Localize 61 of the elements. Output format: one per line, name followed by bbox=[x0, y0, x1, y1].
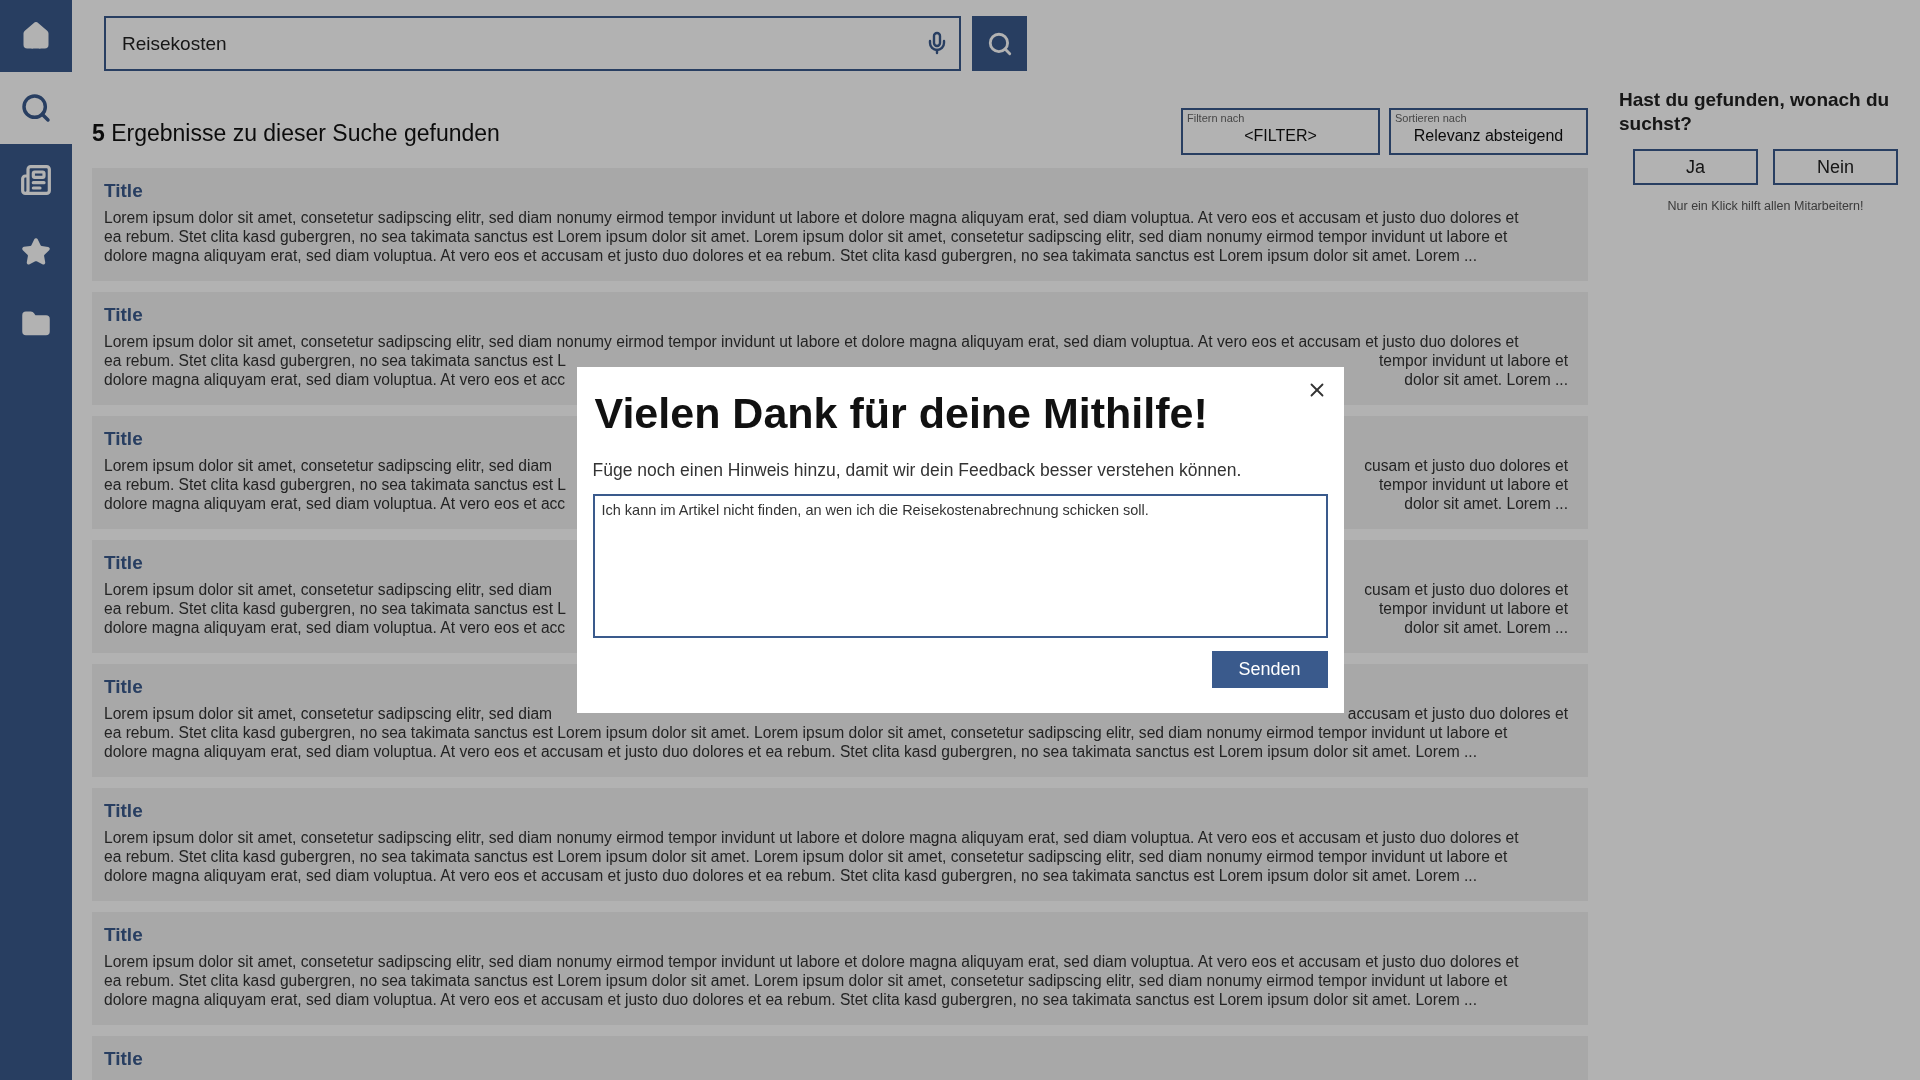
sidebar-item[interactable] bbox=[0, 72, 72, 144]
snippet-line: tempor invidunt ut labore et bbox=[1379, 599, 1568, 618]
snippet-line: ea rebum. Stet clita kasd gubergren, no sea takimata sanctus est Lorem ipsum dolor sit amet. Lorem ipsum dolor sit amet, consetetur sadipscing elitr, sed diam nonumy eirmod tempor invidunt ut labore et bbox=[104, 227, 1508, 246]
search-icon bbox=[20, 92, 52, 124]
results-heading: 5 Ergebnisse zu dieser Suche gefunden bbox=[92, 120, 500, 147]
result-title[interactable]: Title bbox=[104, 800, 143, 822]
dialog-prompt: Füge noch einen Hinweis hinzu, damit wir dein Feedback besser verstehen können. bbox=[592, 460, 1243, 481]
snippet-line: accusam et justo duo dolores et bbox=[1347, 704, 1568, 723]
snippet-line: dolor sit amet. Lorem ... bbox=[1404, 618, 1568, 637]
snippet-line: dolor sit amet. Lorem ... bbox=[1404, 370, 1568, 389]
snippet-line: tempor invidunt ut labore et bbox=[1379, 351, 1568, 370]
result-title[interactable]: Title bbox=[104, 924, 143, 946]
feedback-note: Nur ein Klick hilft allen Mitarbeitern! bbox=[1666, 199, 1865, 213]
star-icon bbox=[21, 237, 51, 267]
snippet-line: Lorem ipsum dolor sit amet, consetetur sadipscing elitr, sed diam nonumy eirmod tempor invidunt ut labore et dolore magna aliquyam erat, sed diam voluptua. At vero eos et accusam et justo duo dolores et bbox=[104, 952, 1519, 971]
snippet-line: dolore magna aliquyam erat, sed diam voluptua. At vero eos et accusam et justo duo dolores et ea rebum. Stet clita kasd gubergren, no sea takimata sanctus est Lorem ipsum dolor sit amet. Lorem ... bbox=[104, 742, 1477, 761]
newspaper-icon bbox=[20, 164, 52, 196]
snippet-line: tempor invidunt ut labore et bbox=[1379, 475, 1568, 494]
snippet-line: Lorem ipsum dolor sit amet, consetetur sadipscing elitr, sed diam bbox=[104, 704, 553, 723]
result-title[interactable]: Title bbox=[104, 304, 143, 326]
snippet-line: dolore magna aliquyam erat, sed diam voluptua. At vero eos et accusam et justo duo dolores et ea rebum. Stet clita kasd gubergren, no sea takimata sanctus est Lorem ipsum dolor sit amet. Lorem ... bbox=[104, 990, 1477, 1009]
result-title[interactable]: Title bbox=[104, 428, 143, 450]
result-title[interactable]: Title bbox=[104, 552, 143, 574]
snippet-line: ea rebum. Stet clita kasd gubergren, no sea takimata sanctus est L bbox=[104, 475, 566, 494]
snippet-line: cusam et justo duo dolores et bbox=[1364, 456, 1568, 475]
feedback-question: Hast du gefunden, wonach du suchst? bbox=[1619, 88, 1891, 136]
snippet-line: ea rebum. Stet clita kasd gubergren, no sea takimata sanctus est Lorem ipsum dolor sit amet. Lorem ipsum dolor sit amet, consetetur sadipscing elitr, sed diam nonumy eirmod tempor invidunt ut labore et bbox=[104, 847, 1508, 866]
send-button[interactable]: Senden bbox=[1211, 651, 1328, 688]
dropdown-label: Sortieren nach bbox=[1395, 112, 1467, 124]
snippet-line: dolore magna aliquyam erat, sed diam voluptua. At vero eos et accusam et justo duo dolores et ea rebum. Stet clita kasd gubergren, no sea takimata sanctus est Lorem ipsum dolor sit amet. Lorem ... bbox=[104, 246, 1477, 265]
dropdown-value: <FILTER> bbox=[1244, 127, 1317, 145]
filter-dropdown[interactable]: Sortieren nach Relevanz absteigend bbox=[1389, 108, 1588, 155]
snippet-line: ea rebum. Stet clita kasd gubergren, no sea takimata sanctus est L bbox=[104, 599, 566, 618]
snippet-line: ea rebum. Stet clita kasd gubergren, no sea takimata sanctus est Lorem ipsum dolor sit amet. Lorem ipsum dolor sit amet, consetetur sadipscing elitr, sed diam nonumy eirmod tempor invidunt ut labore et bbox=[104, 971, 1508, 990]
search-icon bbox=[986, 30, 1013, 57]
result-title[interactable]: Title bbox=[104, 180, 143, 202]
snippet-line: dolore magna aliquyam erat, sed diam voluptua. At vero eos et acc bbox=[104, 370, 566, 389]
snippet-line: Lorem ipsum dolor sit amet, consetetur sadipscing elitr, sed diam nonumy eirmod tempor invidunt ut labore et dolore magna aliquyam erat, sed diam voluptua. At vero eos et accusam et justo duo dolores et bbox=[104, 332, 1519, 351]
home-icon bbox=[21, 21, 51, 51]
dropdown-label: Filtern nach bbox=[1187, 112, 1245, 124]
snippet-line: dolor sit amet. Lorem ... bbox=[1404, 494, 1568, 513]
feedback-button[interactable]: Ja bbox=[1633, 149, 1758, 185]
comment-field[interactable]: Ich kann im Artikel nicht finden, an wen ich die Reisekostenabrechnung schicken soll. bbox=[592, 494, 1328, 638]
snippet-line: Lorem ipsum dolor sit amet, consetetur sadipscing elitr, sed diam nonumy eirmod tempor invidunt ut labore et dolore magna aliquyam erat, sed diam voluptua. At vero eos et accusam et justo duo dolores et bbox=[104, 208, 1519, 227]
snippet-line: dolore magna aliquyam erat, sed diam voluptua. At vero eos et acc bbox=[104, 494, 566, 513]
snippet-line: Lorem ipsum dolor sit amet, consetetur sadipscing elitr, sed diam bbox=[104, 456, 553, 475]
snippet-line: cusam et justo duo dolores et bbox=[1364, 580, 1568, 599]
feedback-button[interactable]: Nein bbox=[1773, 149, 1898, 185]
search-button[interactable] bbox=[972, 16, 1027, 71]
search-field[interactable]: Reisekosten bbox=[104, 16, 961, 71]
snippet-line: Lorem ipsum dolor sit amet, consetetur sadipscing elitr, sed diam bbox=[104, 580, 553, 599]
snippet-line: ea rebum. Stet clita kasd gubergren, no sea takimata sanctus est L bbox=[104, 351, 566, 370]
result-title[interactable]: Title bbox=[104, 1048, 143, 1070]
dialog-title: Vielen Dank für deine Mithilfe! bbox=[594, 389, 1208, 438]
result-title[interactable]: Title bbox=[104, 676, 143, 698]
snippet-line: Lorem ipsum dolor sit amet, consetetur sadipscing elitr, sed diam nonumy eirmod tempor invidunt ut labore et dolore magna aliquyam erat, sed diam voluptua. At vero eos et accusam et justo duo dolores et bbox=[104, 828, 1519, 847]
snippet-line: dolore magna aliquyam erat, sed diam voluptua. At vero eos et acc bbox=[104, 618, 566, 637]
snippet-line: ea rebum. Stet clita kasd gubergren, no sea takimata sanctus est Lorem ipsum dolor sit amet. Lorem ipsum dolor sit amet, consetetur sadipscing elitr, sed diam nonumy eirmod tempor invidunt ut labore et bbox=[104, 723, 1508, 742]
filter-dropdown[interactable]: Filtern nach <FILTER> bbox=[1181, 108, 1380, 155]
dropdown-value: Relevanz absteigend bbox=[1413, 127, 1564, 145]
snippet-line: dolore magna aliquyam erat, sed diam voluptua. At vero eos et accusam et justo duo dolores et ea rebum. Stet clita kasd gubergren, no sea takimata sanctus est Lorem ipsum dolor sit amet. Lorem ... bbox=[104, 866, 1477, 885]
